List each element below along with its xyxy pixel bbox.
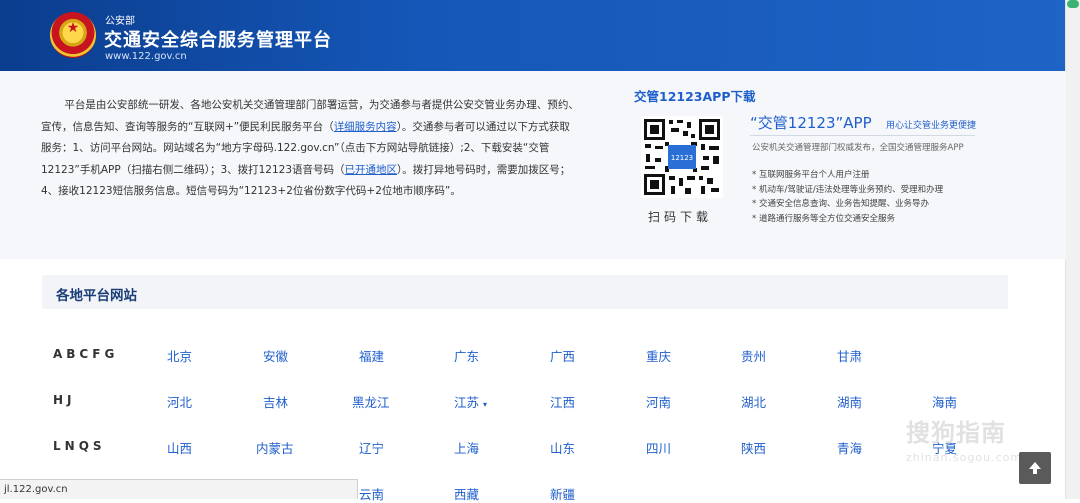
intro-paragraph: 平台是由公安部统一研发、各地公安机关交通管理部门部署运营，为交通参与者提供公安交… <box>41 95 579 203</box>
page-scrollbar[interactable] <box>1065 0 1080 499</box>
province-link-jilin[interactable]: 吉林 <box>263 392 288 411</box>
qr-code-icon[interactable]: 12123 <box>641 116 723 198</box>
app-name: “交管12123”APP <box>750 114 872 132</box>
province-link-shanghai[interactable]: 上海 <box>454 438 479 457</box>
open-regions-link[interactable]: 已开通地区 <box>345 164 398 176</box>
province-link-shandong[interactable]: 山东 <box>550 438 575 457</box>
province-link-neimenggu[interactable]: 内蒙古 <box>256 438 294 457</box>
province-link-xizang[interactable]: 西藏 <box>454 484 479 503</box>
app-feature-list: * 互联网服务平台个人用户注册 * 机动车/驾驶证/违法处理等业务预约、受理和办… <box>752 168 943 226</box>
province-link-guangdong[interactable]: 广东 <box>454 346 479 365</box>
app-description: 公安机关交通管理部门权威发布，全国交通管理服务APP <box>752 143 964 153</box>
province-link-henan[interactable]: 河南 <box>646 392 671 411</box>
province-link-beijing[interactable]: 北京 <box>167 346 192 365</box>
regional-sites-title: 各地平台网站 <box>56 288 137 304</box>
divider <box>750 135 975 136</box>
watermark-url: zhinan.sogou.com <box>906 451 1023 464</box>
site-header: ★ 公安部 交通安全综合服务管理平台 www.122.gov.cn <box>0 0 1066 71</box>
province-link-guizhou[interactable]: 贵州 <box>741 346 766 365</box>
province-link-jiangxi[interactable]: 江西 <box>550 392 575 411</box>
province-link-shanxi[interactable]: 山西 <box>167 438 192 457</box>
chevron-down-icon: ▾ <box>483 400 488 409</box>
scroll-thumb[interactable] <box>1067 0 1079 8</box>
province-label: 江苏 <box>454 395 480 410</box>
province-link-anhui[interactable]: 安徽 <box>263 346 288 365</box>
province-link-qinghai[interactable]: 青海 <box>837 438 862 457</box>
qr-badge-label: 12123 <box>671 154 693 162</box>
ministry-label: 公安部 <box>105 16 135 27</box>
site-title[interactable]: 交通安全综合服务管理平台 <box>104 26 332 52</box>
browser-status-bar: jl.122.gov.cn <box>0 479 358 499</box>
province-link-hebei[interactable]: 河北 <box>167 392 192 411</box>
province-link-fujian[interactable]: 福建 <box>359 346 384 365</box>
app-feature-item: * 互联网服务平台个人用户注册 <box>752 170 870 180</box>
letter-group-label: LNQS <box>53 439 106 453</box>
service-details-link[interactable]: 详细服务内容 <box>334 121 397 133</box>
province-link-liaoning[interactable]: 辽宁 <box>359 438 384 457</box>
app-feature-item: * 道路通行服务等全方位交通安全服务 <box>752 213 895 224</box>
arrow-up-icon <box>1029 462 1041 474</box>
letter-group-label: HJ <box>53 393 76 407</box>
qr-caption: 扫码下载 <box>648 210 713 224</box>
site-url: www.122.gov.cn <box>105 51 187 62</box>
regional-sites-header <box>42 275 1008 309</box>
province-link-sichuan[interactable]: 四川 <box>646 438 671 457</box>
province-link-yunnan[interactable]: 云南 <box>359 484 384 503</box>
province-link-chongqing[interactable]: 重庆 <box>646 346 671 365</box>
province-link-xinjiang[interactable]: 新疆 <box>550 484 575 503</box>
province-link-hainan[interactable]: 海南 <box>932 392 957 411</box>
province-link-hunan[interactable]: 湖南 <box>837 392 862 411</box>
police-emblem-icon: ★ <box>50 12 96 58</box>
province-link-heilongjiang[interactable]: 黑龙江 <box>352 392 390 411</box>
app-download-title: 交管12123APP下载 <box>634 89 756 104</box>
letter-group-label: ABCFG <box>53 347 119 361</box>
province-link-gansu[interactable]: 甘肃 <box>837 346 862 365</box>
back-to-top-button[interactable] <box>1019 452 1051 484</box>
app-feature-item: * 交通安全信息查询、业务告知提醒、业务导办 <box>752 199 929 209</box>
app-feature-item: * 机动车/驾驶证/违法处理等业务预约、受理和办理 <box>752 184 944 195</box>
app-slogan: 用心让交管业务更便捷 <box>886 121 977 131</box>
province-link-shaanxi[interactable]: 陕西 <box>741 438 766 457</box>
province-link-hubei[interactable]: 湖北 <box>741 392 766 411</box>
province-link-guangxi[interactable]: 广西 <box>550 346 575 365</box>
province-link-jiangsu[interactable]: 江苏 ▾ <box>454 392 487 411</box>
watermark-logo: 搜狗指南 <box>906 419 1006 447</box>
